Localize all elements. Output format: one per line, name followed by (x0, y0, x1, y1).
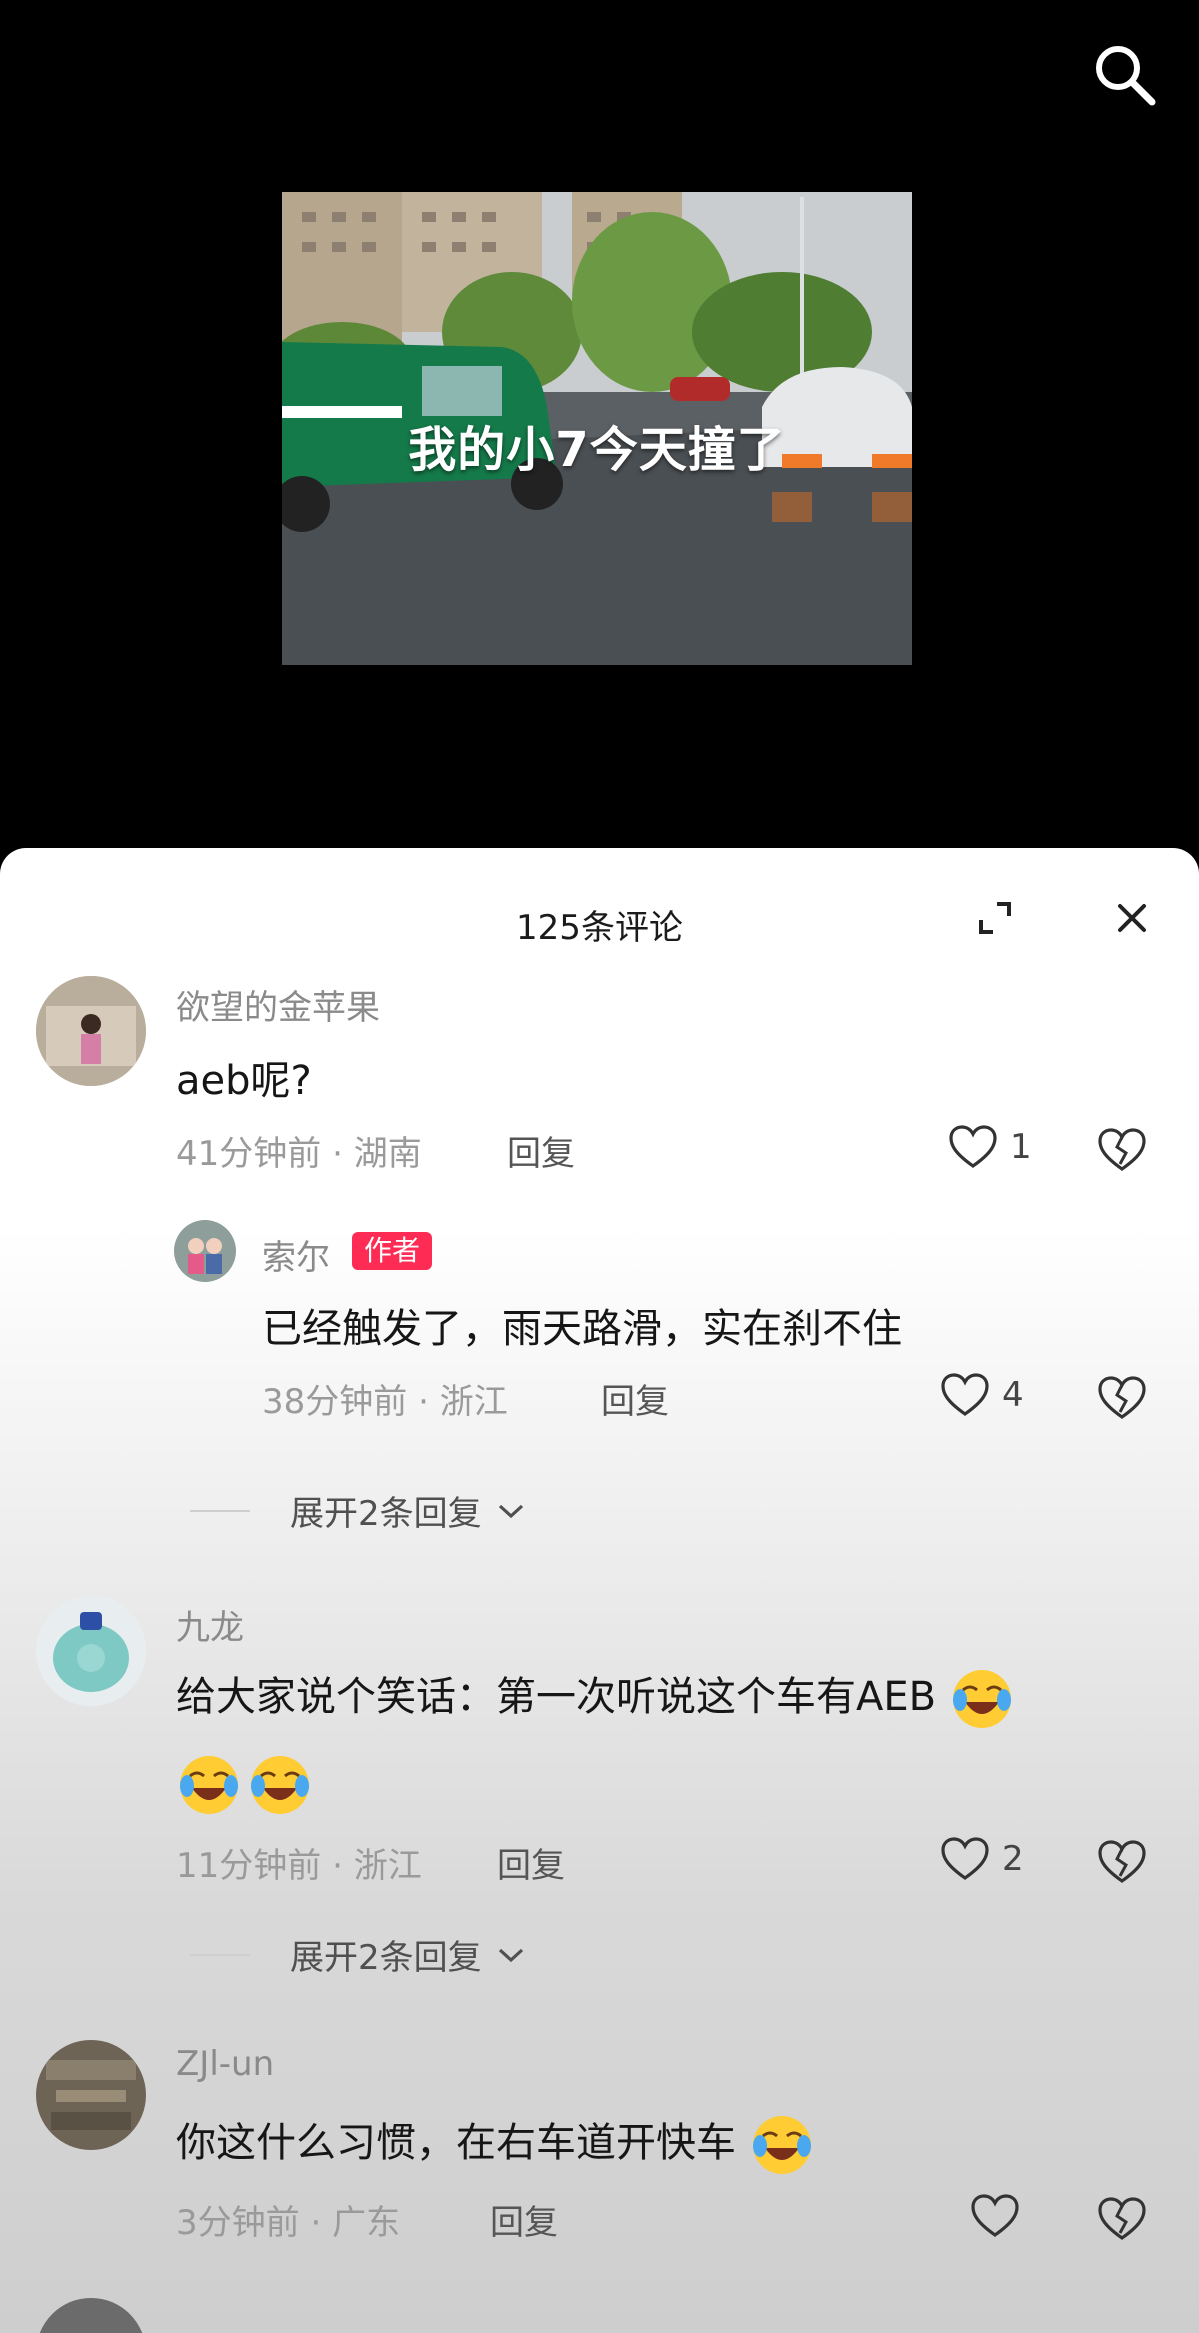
reply-username[interactable]: 索尔 (262, 1230, 330, 1279)
meta-separator: · (407, 1382, 440, 1422)
like-count: 2 (1002, 1839, 1024, 1879)
avatar[interactable] (36, 1596, 146, 1706)
meta-separator: · (321, 1846, 354, 1886)
video-caption: 我的小7今天撞了 (408, 422, 786, 478)
video-thumbnail[interactable]: 我的小7今天撞了 (282, 192, 912, 665)
avatar[interactable] (36, 2040, 146, 2150)
reply-button[interactable]: 回复 (497, 1838, 565, 1887)
comment-time: 11分钟前 (176, 1846, 322, 1886)
like-button[interactable]: 1 (948, 1124, 1032, 1170)
reply-meta: 38分钟前 · 浙江 (262, 1374, 508, 1423)
like-button[interactable]: 4 (940, 1372, 1024, 1418)
reply-button[interactable]: 回复 (601, 1374, 669, 1423)
dislike-button[interactable] (1096, 1374, 1148, 1422)
comment-meta: 3分钟前 · 广东 (176, 2195, 400, 2244)
comments-count-title: 125条评论 (516, 908, 683, 948)
reply-time: 38分钟前 (262, 1382, 408, 1422)
video-player[interactable]: 我的小7今天撞了 (0, 0, 1199, 850)
chevron-down-icon (498, 1948, 523, 1962)
comment-location: 湖南 (353, 1134, 422, 1174)
broken-heart-icon (1098, 2197, 1146, 2240)
comment-text[interactable]: aeb呢? (176, 1048, 312, 1106)
expand-replies-label: 展开2条回复 (290, 1494, 482, 1534)
heart-icon (941, 1837, 989, 1880)
avatar[interactable] (36, 976, 146, 1086)
comment-meta: 11分钟前 · 浙江 (176, 1838, 422, 1887)
comment-emoji-line (176, 1752, 313, 1818)
laughing-crying-emoji (952, 1670, 1011, 1728)
meta-separator: · (321, 1134, 354, 1174)
dislike-button[interactable] (1096, 2195, 1148, 2243)
comments-panel: 125条评论 欲望的金苹果 aeb呢? 41分钟前 · 湖南 回复 1 索尔 作… (0, 848, 1199, 2333)
comment-time: 41分钟前 (176, 1134, 322, 1174)
expand-replies-label: 展开2条回复 (290, 1938, 482, 1978)
close-icon[interactable] (1110, 896, 1154, 940)
reply-location: 浙江 (439, 1382, 508, 1422)
divider-line (190, 1953, 250, 1956)
reply-button[interactable]: 回复 (490, 2195, 558, 2244)
laughing-crying-emoji (752, 2116, 811, 2174)
heart-icon (949, 1125, 997, 1168)
reply-text[interactable]: 已经触发了，雨天路滑，实在刹不住 (262, 1296, 902, 1354)
heart-icon (971, 2194, 1019, 2237)
comment-location: 浙江 (353, 1846, 422, 1886)
laughing-crying-emoji (180, 1756, 238, 1814)
comment-username[interactable]: 九龙 (176, 1600, 244, 1649)
comment-username[interactable]: ZJl-un (176, 2044, 274, 2084)
laughing-crying-emoji (251, 1756, 310, 1814)
comment-text[interactable]: 给大家说个笑话：第一次听说这个车有AEB (176, 1664, 1015, 1732)
comment-text-line: 你这什么习惯，在右车道开快车 (176, 2120, 736, 2166)
like-button[interactable]: 2 (940, 1836, 1024, 1882)
divider-line (190, 1509, 250, 1512)
comment-username[interactable]: 欲望的金苹果 (176, 980, 380, 1029)
author-badge: 作者 (352, 1232, 433, 1270)
expand-icon[interactable] (975, 898, 1015, 938)
broken-heart-icon (1098, 1128, 1146, 1171)
search-button[interactable] (1080, 30, 1170, 120)
broken-heart-icon (1098, 1376, 1146, 1419)
dislike-button[interactable] (1096, 1126, 1148, 1174)
dislike-button[interactable] (1096, 1838, 1148, 1886)
like-button[interactable] (970, 2193, 1032, 2239)
heart-icon (941, 1373, 989, 1416)
comment-meta: 41分钟前 · 湖南 (176, 1126, 422, 1175)
comment-time: 3分钟前 (176, 2203, 300, 2243)
search-icon (1096, 46, 1156, 106)
reply-button[interactable]: 回复 (507, 1126, 575, 1175)
chevron-down-icon (498, 1504, 523, 1518)
expand-replies-button[interactable]: 展开2条回复 (190, 1930, 526, 1979)
like-count: 4 (1002, 1375, 1024, 1415)
expand-replies-button[interactable]: 展开2条回复 (190, 1486, 526, 1535)
meta-separator: · (299, 2203, 333, 2243)
avatar[interactable] (36, 2298, 146, 2333)
reply-avatar[interactable] (174, 1220, 236, 1282)
comment-text-line: 给大家说个笑话：第一次听说这个车有AEB (176, 1674, 937, 1720)
broken-heart-icon (1098, 1840, 1146, 1883)
comment-text[interactable]: 你这什么习惯，在右车道开快车 (176, 2110, 815, 2178)
like-count: 1 (1010, 1127, 1032, 1167)
comment-location: 广东 (332, 2203, 401, 2243)
